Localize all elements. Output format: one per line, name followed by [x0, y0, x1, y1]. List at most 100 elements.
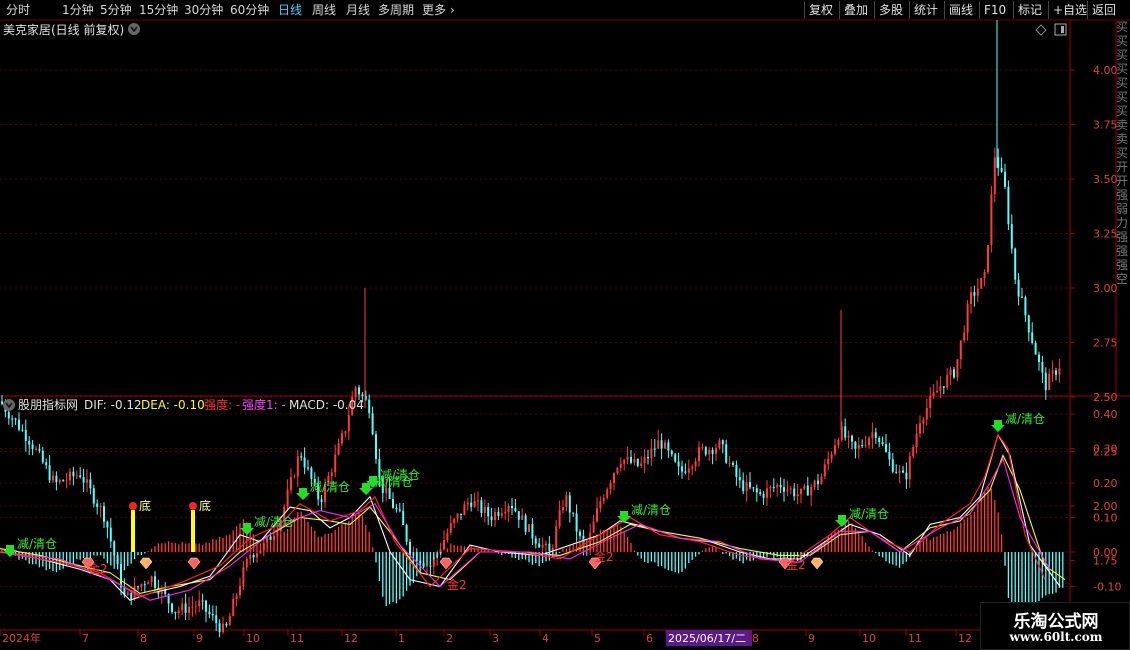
candle-body: [14, 418, 17, 420]
candle-body: [392, 498, 394, 508]
candle-body: [667, 442, 670, 451]
candle-body: [225, 623, 228, 626]
candle-body: [1051, 370, 1054, 374]
candle-body: [568, 495, 571, 513]
date-axis: 2024年 7 8 9 10 11 12 1 2 3 4 5 6 2025/06/17/二 8 9 10 11 12: [0, 630, 972, 646]
diamond-icon[interactable]: [1035, 24, 1047, 36]
candle-body: [963, 332, 966, 341]
candle-body: [827, 458, 830, 465]
multi-stock-button[interactable]: 多股: [874, 1, 907, 19]
candle-body: [24, 429, 27, 441]
date-tick-label: 7: [82, 632, 89, 645]
candle-body: [715, 448, 717, 454]
period-tab-30min[interactable]: 30分钟: [184, 2, 223, 18]
period-toolbar: 分时 1分钟 5分钟 15分钟 30分钟 60分钟 日线 周线 月线 多周期 更…: [0, 0, 1130, 20]
candle-body: [762, 494, 765, 498]
draw-line-button[interactable]: 画线: [944, 1, 977, 19]
period-tab-fenshi[interactable]: 分时: [6, 2, 30, 18]
candle-body: [939, 386, 942, 391]
candle-body: [983, 271, 986, 279]
candle-body: [650, 448, 653, 459]
period-tab-1min[interactable]: 1分钟: [62, 2, 94, 18]
add-watchlist-button[interactable]: +自选: [1048, 1, 1091, 19]
candle-body: [575, 513, 578, 532]
chevron-down-icon[interactable]: [3, 399, 15, 411]
candle-body: [480, 500, 483, 513]
candle-body: [109, 527, 112, 542]
candle-body: [1034, 342, 1037, 355]
candle-body: [65, 480, 68, 482]
candle-body: [466, 502, 469, 505]
candle-body: [449, 523, 452, 533]
chevron-down-icon[interactable]: [128, 23, 140, 35]
candle-body: [130, 592, 133, 600]
f10-button[interactable]: F10: [979, 1, 1010, 19]
candle-body: [616, 467, 619, 474]
period-tab-15min[interactable]: 15分钟: [139, 2, 178, 18]
candle-body: [691, 466, 694, 469]
candle-body: [41, 450, 44, 463]
candle-body: [786, 489, 789, 492]
candle-body: [477, 500, 479, 502]
candle-body: [555, 526, 558, 548]
period-tab-more[interactable]: 更多: [422, 2, 446, 18]
candle-body: [670, 450, 673, 455]
candle-body: [738, 477, 741, 481]
window-toggle-icon[interactable]: [1054, 23, 1067, 36]
chevron-right-icon[interactable]: ›: [450, 2, 455, 18]
candle-body: [398, 509, 401, 511]
candle-body: [704, 447, 707, 455]
sell-arrow-icon: [240, 523, 254, 535]
overlay-button[interactable]: 叠加: [839, 1, 872, 19]
kline-chart-area[interactable]: 减/清仓减/清仓减/清仓 减/清仓减/清仓减/清仓 减/清仓减/清仓底 底金2金2金2…: [0, 20, 1130, 650]
indicator-name[interactable]: 股朋指标网: [18, 397, 78, 412]
candle-body: [497, 511, 500, 516]
candle-body: [341, 433, 343, 444]
fuquan-button[interactable]: 复权: [804, 1, 837, 19]
candle-body: [796, 494, 799, 497]
candle-body: [915, 433, 918, 448]
candle-body: [89, 479, 92, 489]
period-tab-weekly[interactable]: 周线: [312, 2, 336, 18]
period-tab-multi[interactable]: 多周期: [378, 2, 414, 18]
mark-button[interactable]: 标记: [1013, 1, 1046, 19]
candle-body: [701, 447, 704, 449]
candle-body: [857, 445, 860, 449]
candle-body: [868, 438, 870, 446]
back-button[interactable]: 返回: [1087, 1, 1120, 19]
candle-body: [643, 456, 646, 464]
candle-body: [534, 538, 537, 544]
candle-body: [664, 442, 666, 449]
candle-body: [470, 502, 473, 507]
candle-body: [562, 507, 564, 511]
candle-body: [565, 495, 568, 508]
statistics-button[interactable]: 统计: [909, 1, 942, 19]
candle-body: [742, 480, 745, 492]
candle-body: [721, 440, 724, 445]
period-tab-daily[interactable]: 日线: [278, 2, 302, 18]
candle-body: [606, 489, 609, 498]
candle-body: [959, 340, 962, 360]
candle-body: [633, 458, 636, 463]
candle-body: [300, 456, 303, 458]
candle-body: [354, 387, 357, 397]
candle-body: [188, 606, 190, 613]
candle-body: [504, 511, 507, 514]
candle-body: [905, 472, 908, 480]
bottom-signal-bar: [191, 510, 195, 552]
sell-arrow-icon: [991, 420, 1005, 432]
candle-body: [487, 507, 490, 517]
candle-body: [653, 448, 656, 450]
period-tab-60min[interactable]: 60分钟: [230, 2, 269, 18]
candle-body: [150, 576, 153, 583]
candle-body: [222, 623, 224, 633]
candle-body: [18, 419, 20, 430]
gold-cross-label: 金2: [786, 557, 806, 572]
period-tab-5min[interactable]: 5分钟: [100, 2, 132, 18]
period-tab-monthly[interactable]: 月线: [346, 2, 370, 18]
candle-body: [528, 524, 530, 532]
candle-body: [28, 440, 31, 445]
candle-body: [1027, 315, 1030, 333]
candle-body: [1017, 279, 1020, 297]
date-tick-label: 12: [344, 632, 358, 645]
